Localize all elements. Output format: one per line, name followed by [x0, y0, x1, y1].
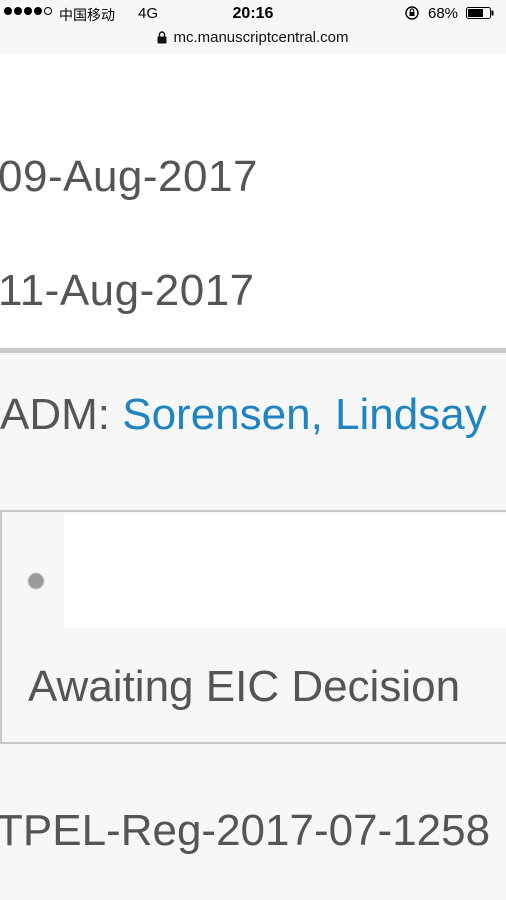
status-action-area: [64, 514, 506, 628]
rotation-lock-icon: [405, 6, 419, 20]
submitted-date: 09-Aug-2017: [0, 152, 258, 201]
status-bar: 中国移动 4G 20:16 68%: [0, 0, 506, 28]
url-bar[interactable]: mc.manuscriptcentral.com: [0, 27, 506, 47]
battery-icon: [466, 7, 494, 19]
admin-name-link[interactable]: Sorensen, Lindsay: [122, 390, 486, 439]
status-date: 11-Aug-2017: [0, 266, 255, 315]
manuscript-id: TPEL-Reg-2017-07-1258: [0, 806, 491, 855]
padlock-icon: [157, 30, 167, 43]
battery-percent: 68%: [428, 5, 459, 22]
section-divider: [0, 348, 506, 353]
bullet-icon: [28, 573, 44, 589]
url-text: mc.manuscriptcentral.com: [173, 28, 349, 46]
browser-top-bar: 中国移动 4G 20:16 68% mc.manuscriptcentral.c…: [0, 0, 506, 55]
admin-label: ADM:: [0, 390, 110, 439]
admin-row: ADM: Sorensen, Lindsay: [0, 390, 487, 440]
manuscript-status: Awaiting EIC Decision: [28, 662, 461, 711]
